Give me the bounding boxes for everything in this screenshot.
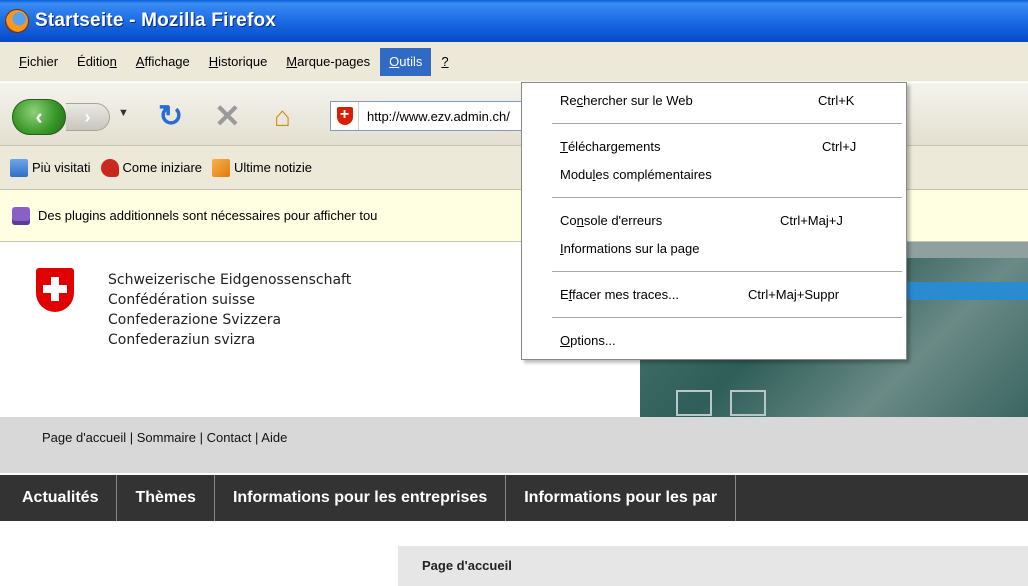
nav-particuliers[interactable]: Informations pour les par bbox=[506, 475, 737, 521]
nav-themes[interactable]: Thèmes bbox=[117, 475, 215, 521]
menu-historique[interactable]: Historique bbox=[200, 48, 277, 76]
menu-bar: Fichier Édition Affichage Historique Mar… bbox=[0, 42, 1028, 82]
bookmark-latest-headlines[interactable]: Ultime notizie bbox=[212, 158, 312, 177]
tools-menu: Rechercher sur le Web Ctrl+K Téléchargem… bbox=[521, 82, 907, 360]
utility-links[interactable]: Page d'accueil | Sommaire | Contact | Ai… bbox=[42, 430, 287, 445]
url-bar[interactable]: + http://www.ezv.admin.ch/ bbox=[330, 101, 530, 131]
nav-actualites[interactable]: Actualités bbox=[0, 475, 118, 521]
breadcrumb-label: Page d'accueil bbox=[422, 558, 512, 573]
home-icon[interactable]: ⌂ bbox=[274, 101, 291, 133]
menu-outils[interactable]: Outils bbox=[380, 47, 432, 76]
plugin-icon bbox=[12, 206, 30, 225]
forward-arrow-icon: › bbox=[84, 106, 91, 127]
menu-marque-pages[interactable]: Marque-pages bbox=[277, 48, 379, 76]
menu-item-downloads[interactable]: Téléchargements Ctrl+J bbox=[522, 135, 906, 159]
menu-item-page-info[interactable]: Informations sur la page bbox=[522, 237, 906, 261]
swiss-cross-logo-icon[interactable] bbox=[36, 268, 74, 312]
menu-separator bbox=[552, 317, 902, 318]
history-dropdown-icon[interactable]: ▼ bbox=[118, 107, 129, 119]
rss-icon bbox=[212, 158, 231, 177]
title-bar: Startseite - Mozilla Firefox bbox=[0, 0, 1028, 42]
menu-edition[interactable]: Édition bbox=[68, 48, 126, 76]
menu-separator bbox=[552, 197, 902, 198]
menu-item-addons[interactable]: Modules complémentaires bbox=[522, 163, 906, 187]
banner-decoration bbox=[676, 390, 712, 416]
notification-text: Des plugins additionnels sont nécessaire… bbox=[38, 208, 378, 223]
shortcut-label: Ctrl+Maj+J bbox=[780, 213, 843, 228]
menu-item-options[interactable]: Options... bbox=[522, 329, 906, 353]
forward-button[interactable]: › bbox=[66, 103, 110, 131]
menu-help[interactable]: ? bbox=[432, 48, 457, 76]
back-button[interactable]: ‹ bbox=[12, 99, 66, 135]
menu-separator bbox=[552, 123, 902, 124]
menu-fichier[interactable]: Fichier bbox=[10, 48, 67, 76]
stop-icon[interactable]: ✕ bbox=[214, 97, 241, 135]
menu-separator bbox=[552, 271, 902, 272]
window-title: Startseite - Mozilla Firefox bbox=[35, 10, 277, 31]
main-navigation: Actualités Thèmes Informations pour les … bbox=[0, 475, 1028, 521]
menu-item-clear-private-data[interactable]: Effacer mes traces... Ctrl+Maj+Suppr bbox=[522, 283, 906, 307]
menu-item-search-web[interactable]: Rechercher sur le Web Ctrl+K bbox=[522, 89, 906, 113]
menu-item-error-console[interactable]: Console d'erreurs Ctrl+Maj+J bbox=[522, 209, 906, 233]
menu-affichage[interactable]: Affichage bbox=[127, 48, 199, 76]
banner-decoration bbox=[730, 390, 766, 416]
nav-entreprises[interactable]: Informations pour les entreprises bbox=[215, 475, 507, 521]
banner-blue-stripe bbox=[905, 282, 1028, 300]
bookmark-getting-started[interactable]: Come iniziare bbox=[100, 158, 202, 177]
getting-started-icon bbox=[100, 158, 119, 177]
most-visited-icon bbox=[10, 158, 28, 177]
utility-bar: Page d'accueil | Sommaire | Contact | Ai… bbox=[0, 417, 1028, 473]
shortcut-label: Ctrl+J bbox=[822, 139, 857, 154]
shortcut-label: Ctrl+Maj+Suppr bbox=[748, 287, 840, 302]
bookmark-most-visited[interactable]: Più visitati bbox=[10, 158, 91, 177]
url-text[interactable]: http://www.ezv.admin.ch/ bbox=[367, 109, 510, 124]
confederation-names[interactable]: Schweizerische Eidgenossenschaft Confédé… bbox=[108, 270, 351, 350]
breadcrumb: Page d'accueil bbox=[398, 546, 1028, 586]
back-arrow-icon: ‹ bbox=[35, 104, 43, 129]
firefox-logo-icon bbox=[5, 9, 29, 33]
shortcut-label: Ctrl+K bbox=[818, 93, 855, 108]
reload-icon[interactable]: ↻ bbox=[158, 99, 183, 134]
site-favicon-icon: + bbox=[331, 102, 359, 130]
